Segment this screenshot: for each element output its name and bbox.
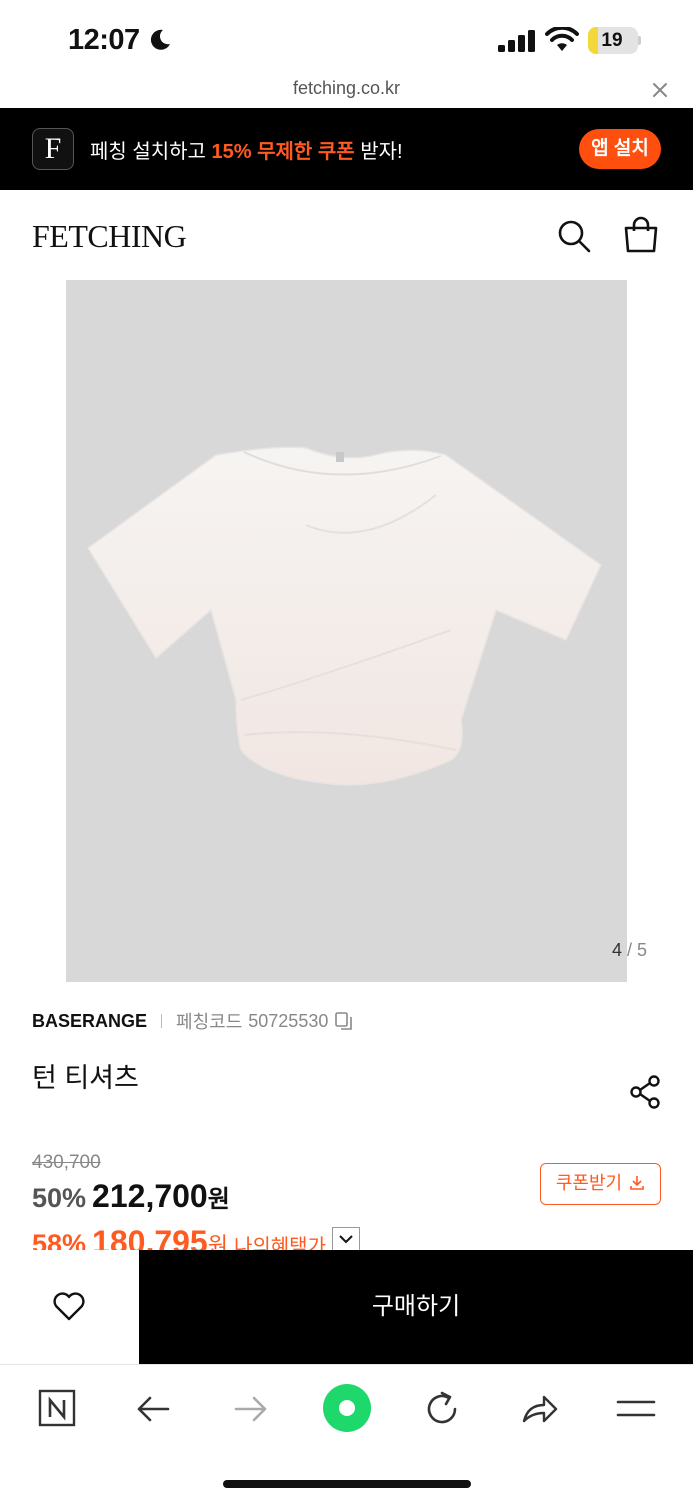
benefit-currency: 원 (207, 1233, 228, 1250)
brand-name[interactable]: BASERANGE (32, 1011, 147, 1032)
search-icon[interactable] (556, 218, 592, 254)
cellular-signal-icon (498, 30, 535, 52)
battery-cap (638, 36, 641, 45)
my-benefit-price-row[interactable]: 58% 180,795원 나의혜택가 (32, 1224, 360, 1250)
brand-row: BASERANGE 페칭코드 50725530 (32, 1009, 354, 1033)
image-counter-divider: / (622, 940, 638, 960)
product-title: 턴 티셔츠 (32, 1063, 139, 1093)
url-bar[interactable]: fetching.co.kr (0, 76, 693, 108)
chevron-down-icon (339, 1235, 353, 1244)
status-time: 12:07 (68, 24, 140, 56)
promo-text: 페칭 설치하고 15% 무제한 쿠폰 받자! (90, 135, 403, 164)
naver-icon[interactable] (36, 1387, 80, 1431)
wifi-icon (545, 27, 579, 51)
get-coupon-button[interactable]: 쿠폰받기 (540, 1163, 661, 1205)
image-counter: 4 / 5 (612, 940, 647, 961)
coupon-label: 쿠폰받기 (555, 1173, 623, 1193)
promo-text-before: 페칭 설치하고 (90, 141, 212, 163)
product-code: 50725530 (248, 1010, 329, 1031)
forward-arrow-icon[interactable] (228, 1387, 272, 1431)
product-image[interactable] (66, 280, 627, 982)
promo-text-after: 받자! (354, 141, 403, 163)
share-arrow-icon[interactable] (518, 1387, 562, 1431)
site-logo[interactable]: FETCHING (32, 218, 187, 255)
benefit-price: 180,795 (92, 1224, 208, 1250)
share-icon[interactable] (628, 1075, 662, 1109)
url-text[interactable]: fetching.co.kr (0, 78, 693, 99)
tshirt-photo (86, 446, 602, 786)
moon-icon (150, 29, 170, 50)
heart-icon (53, 1292, 85, 1321)
back-arrow-icon[interactable] (132, 1387, 176, 1431)
sale-price: 212,700 (92, 1178, 208, 1214)
install-app-button[interactable]: 앱 설치 (579, 129, 661, 169)
app-logo: F (32, 128, 74, 170)
purchase-action-bar: 구매하기 (0, 1250, 693, 1364)
menu-icon[interactable] (614, 1387, 658, 1431)
product-code-label: 페칭코드 (176, 1012, 243, 1032)
battery-level: 19 (601, 30, 623, 51)
app-promo-banner[interactable]: F 페칭 설치하고 15% 무제한 쿠폰 받자! 앱 설치 (0, 108, 693, 190)
shopping-bag-icon[interactable] (622, 216, 660, 254)
discount-percent: 50% (32, 1183, 87, 1213)
copy-icon[interactable] (334, 1011, 354, 1031)
refresh-icon[interactable] (420, 1387, 464, 1431)
image-counter-current: 4 (612, 940, 623, 960)
green-dot-icon[interactable] (322, 1383, 372, 1433)
benefit-label: 나의혜택가 (233, 1236, 326, 1250)
expand-benefit-toggle[interactable] (331, 1227, 360, 1250)
close-icon[interactable] (650, 80, 670, 100)
battery-icon: 19 (588, 27, 638, 54)
benefit-percent: 58% (32, 1229, 87, 1250)
status-bar: 12:07 19 (0, 0, 693, 76)
currency-unit: 원 (207, 1186, 230, 1213)
home-indicator[interactable] (223, 1480, 471, 1488)
site-header: FETCHING (0, 190, 693, 280)
download-icon (630, 1176, 644, 1190)
wishlist-button[interactable] (0, 1250, 139, 1364)
promo-text-accent: 15% 무제한 쿠폰 (211, 141, 355, 163)
divider (161, 1014, 163, 1028)
buy-button[interactable]: 구매하기 (139, 1250, 693, 1364)
sale-price-row: 50% 212,700원 (32, 1178, 230, 1215)
original-price: 430,700 (32, 1152, 101, 1173)
browser-toolbar (0, 1364, 693, 1500)
image-counter-total: 5 (637, 940, 648, 960)
